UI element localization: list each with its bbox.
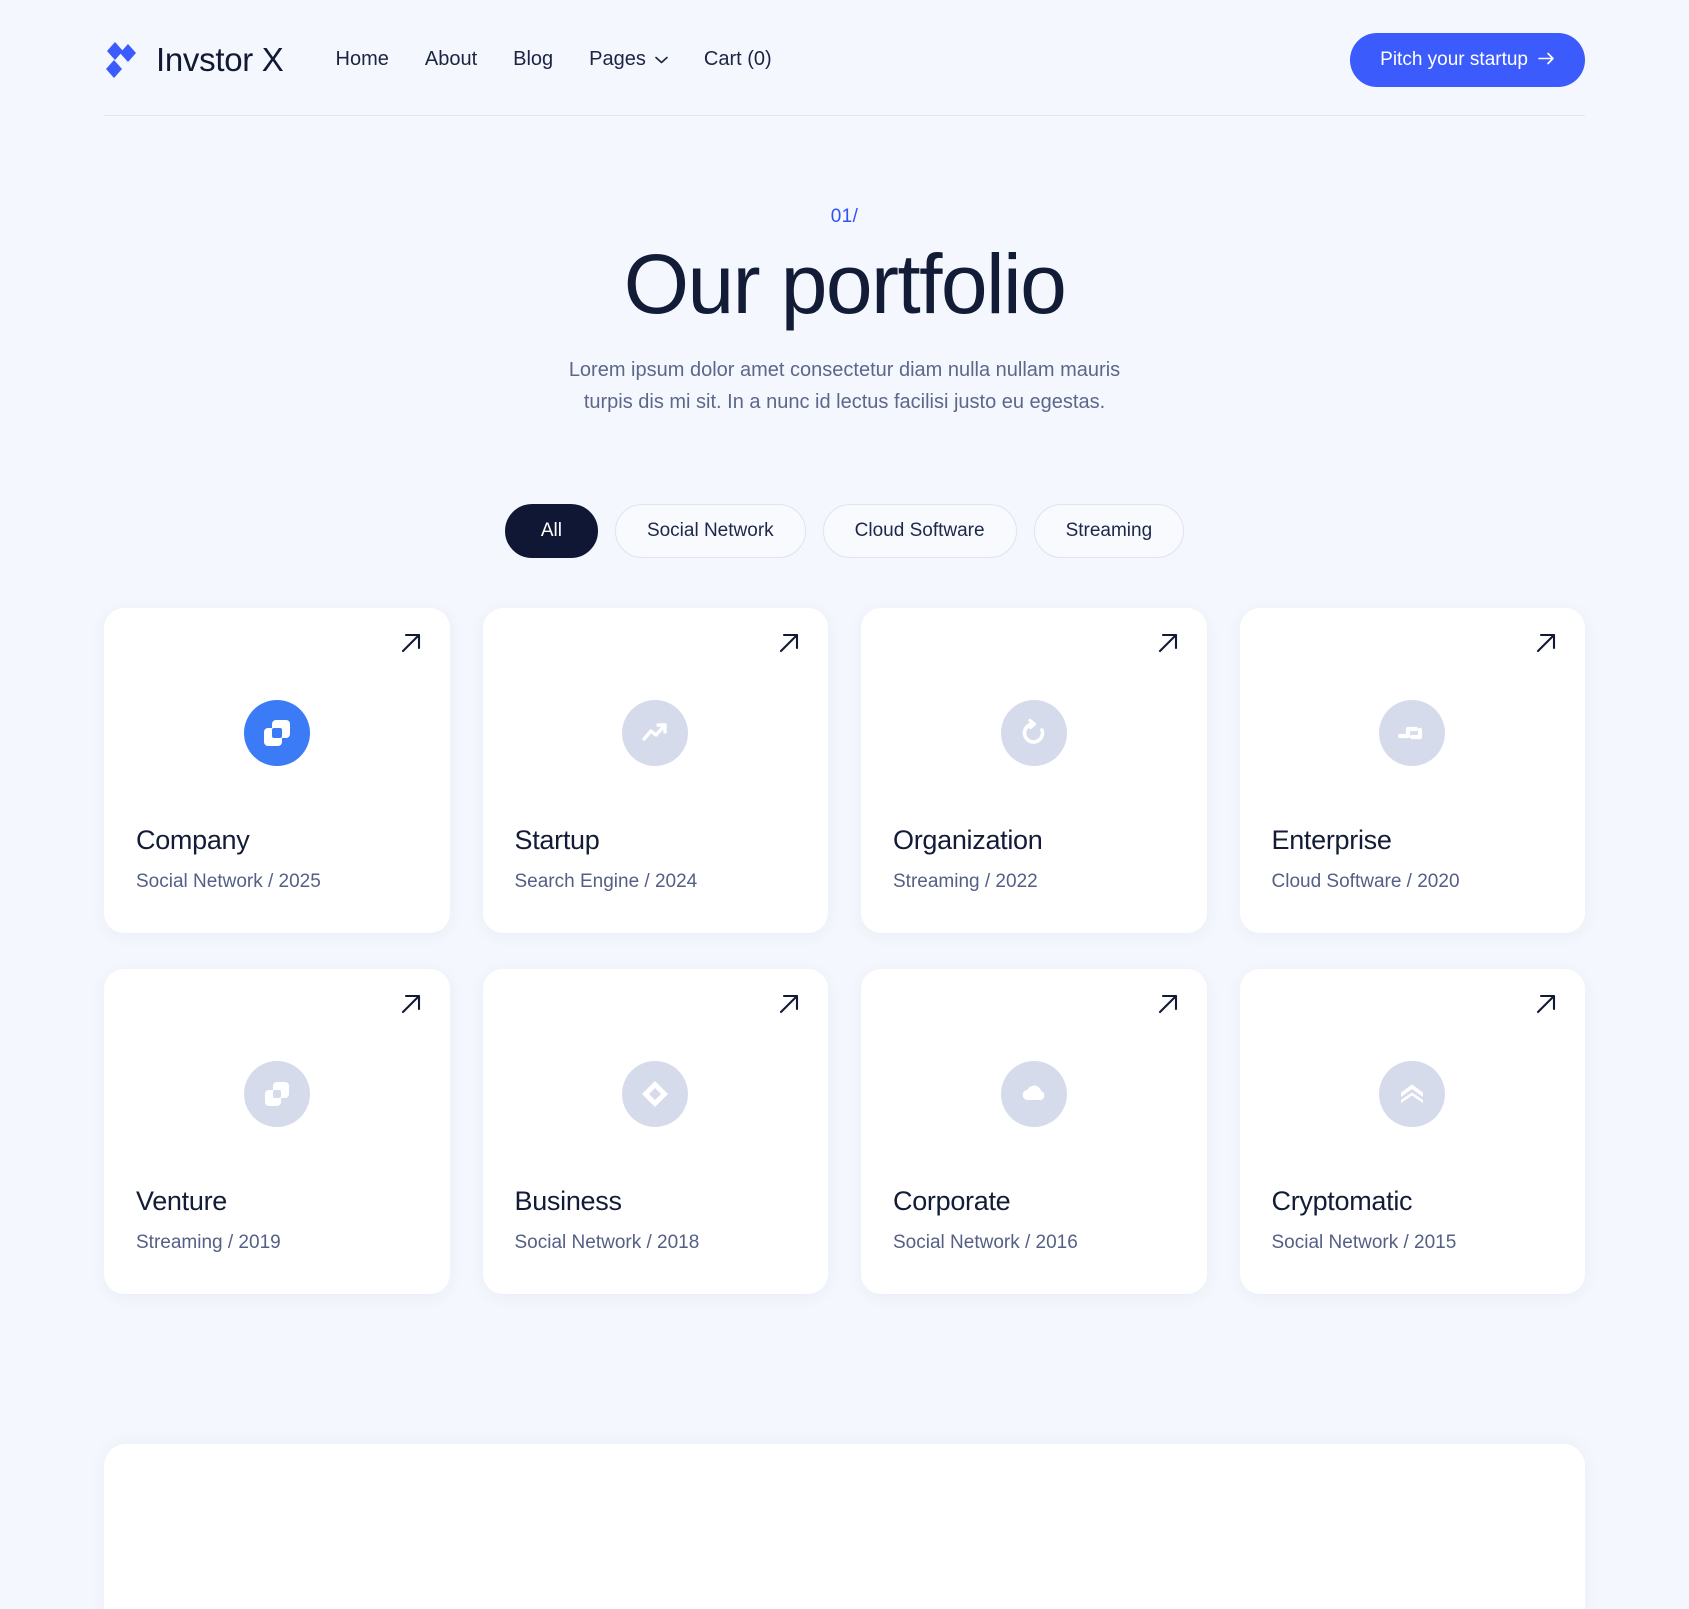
- next-section-panel: [104, 1444, 1585, 1609]
- page-subtitle: Lorem ipsum dolor amet consectetur diam …: [568, 358, 1121, 414]
- filter-label: Social Network: [646, 520, 774, 542]
- filter-label: Streaming: [1065, 520, 1153, 542]
- nav-item-about[interactable]: About: [407, 38, 495, 81]
- nav-label: Pages: [589, 48, 646, 70]
- card-logo: [1240, 700, 1586, 767]
- card-logo: [104, 1061, 450, 1128]
- card-title: Organization: [893, 825, 1043, 856]
- portfolio-card[interactable]: Enterprise Cloud Software / 2020: [1239, 608, 1586, 934]
- arrow-up-right-icon[interactable]: [776, 630, 802, 656]
- card-title: Enterprise: [1271, 825, 1392, 856]
- nav-item-home[interactable]: Home: [318, 38, 407, 81]
- card-logo: [861, 1061, 1207, 1128]
- card-title: Company: [136, 825, 250, 856]
- page-title: Our portfolio: [623, 237, 1067, 331]
- chevron-up-icon: [1379, 1061, 1446, 1128]
- portfolio-card[interactable]: Startup Search Engine / 2024: [482, 608, 829, 934]
- card-meta: Social Network / 2016: [893, 1232, 1078, 1254]
- brand-name: Invstor X: [156, 40, 284, 78]
- cta-label: Pitch your startup: [1380, 48, 1528, 70]
- refresh-circle-icon: [1000, 700, 1067, 767]
- card-title: Business: [514, 1186, 622, 1217]
- filter-label: Cloud Software: [854, 520, 985, 542]
- portfolio-card[interactable]: Venture Streaming / 2019: [104, 969, 450, 1295]
- filter-cloud-software[interactable]: Cloud Software: [822, 504, 1017, 559]
- card-meta: Streaming / 2019: [136, 1232, 281, 1254]
- portfolio-page: Invstor X Home About Blog Pages Cart (0)…: [0, 0, 1689, 1609]
- nav-item-blog[interactable]: Blog: [495, 38, 571, 81]
- card-meta: Social Network / 2015: [1271, 1232, 1457, 1254]
- portfolio-card[interactable]: Company Social Network / 2025: [104, 608, 450, 934]
- filter-all[interactable]: All: [504, 504, 598, 559]
- main-nav: Home About Blog Pages Cart (0): [318, 38, 790, 81]
- card-logo: [483, 1061, 829, 1128]
- card-logo: [1240, 1061, 1586, 1128]
- filter-streaming[interactable]: Streaming: [1033, 504, 1185, 559]
- pitch-your-startup-button[interactable]: Pitch your startup: [1350, 32, 1585, 87]
- arrow-up-right-icon[interactable]: [398, 630, 424, 656]
- arrow-up-right-icon[interactable]: [398, 991, 424, 1017]
- portfolio-card[interactable]: Cryptomatic Social Network / 2015: [1239, 969, 1586, 1295]
- site-header: Invstor X Home About Blog Pages Cart (0)…: [0, 0, 1689, 120]
- card-logo: [861, 700, 1207, 767]
- card-logo: [104, 700, 450, 767]
- category-filters: All Social Network Cloud Software Stream…: [0, 504, 1689, 559]
- zigzag-blocks-icon: [1379, 700, 1446, 767]
- portfolio-grid: Company Social Network / 2025 Startup Se…: [104, 608, 1586, 1295]
- trending-up-icon: [622, 700, 689, 767]
- cloud-icon: [1000, 1061, 1067, 1128]
- diamond-logo-icon: [104, 40, 142, 80]
- hero-section: 01/ Our portfolio Lorem ipsum dolor amet…: [0, 120, 1689, 418]
- nav-item-pages[interactable]: Pages: [571, 38, 686, 81]
- arrow-up-right-icon[interactable]: [1155, 630, 1181, 656]
- portfolio-card[interactable]: Organization Streaming / 2022: [861, 608, 1207, 934]
- nav-label: Cart (0): [703, 48, 772, 70]
- arrow-up-right-icon[interactable]: [1533, 630, 1559, 656]
- nav-label: About: [424, 48, 478, 70]
- card-title: Venture: [136, 1186, 227, 1217]
- card-meta: Social Network / 2025: [136, 871, 321, 893]
- filter-label: All: [540, 520, 562, 542]
- card-meta: Cloud Software / 2020: [1271, 871, 1460, 893]
- card-title: Cryptomatic: [1271, 1186, 1413, 1217]
- card-meta: Social Network / 2018: [514, 1232, 700, 1254]
- overlapping-squares-icon: [243, 700, 310, 767]
- card-meta: Search Engine / 2024: [514, 871, 698, 893]
- card-title: Startup: [514, 825, 600, 856]
- diamond-pin-icon: [622, 1061, 689, 1128]
- arrow-right-icon: [1538, 49, 1555, 71]
- filter-social-network[interactable]: Social Network: [614, 504, 806, 559]
- chevron-down-icon: [655, 56, 668, 64]
- nav-item-cart[interactable]: Cart (0): [686, 38, 790, 81]
- section-number: 01/: [830, 206, 859, 227]
- portfolio-card[interactable]: Corporate Social Network / 2016: [861, 969, 1207, 1295]
- portfolio-card[interactable]: Business Social Network / 2018: [482, 969, 829, 1295]
- overlapping-squares-icon: [243, 1061, 310, 1128]
- nav-label: Home: [335, 48, 389, 70]
- arrow-up-right-icon[interactable]: [1533, 991, 1559, 1017]
- card-meta: Streaming / 2022: [893, 871, 1038, 893]
- card-logo: [483, 700, 829, 767]
- card-title: Corporate: [893, 1186, 1011, 1217]
- arrow-up-right-icon[interactable]: [1155, 991, 1181, 1017]
- brand-logo[interactable]: Invstor X: [104, 40, 284, 80]
- nav-label: Blog: [513, 48, 554, 70]
- arrow-up-right-icon[interactable]: [776, 991, 802, 1017]
